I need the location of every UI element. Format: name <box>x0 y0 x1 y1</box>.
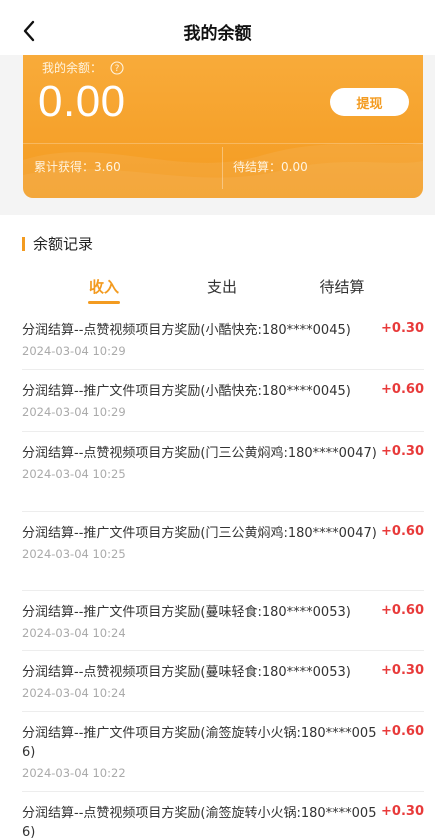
record-amount: +0.30 <box>381 804 424 819</box>
list-item[interactable]: 分润结算--点赞视频项目方奖励(小酷快充:180****0045) +0.30 … <box>22 310 424 370</box>
record-time: 2024-03-04 10:29 <box>22 405 126 419</box>
balance-label-text: 我的余额： <box>42 61 103 75</box>
balance-label: 我的余额： ? <box>42 59 124 76</box>
record-time: 2024-03-04 10:25 <box>22 547 126 561</box>
total-earned: 累计获得：3.60 <box>34 160 121 174</box>
page-title: 我的余额 <box>183 24 252 44</box>
record-description: 分润结算--推广文件项目方奖励(门三公黄焖鸡:180****0047) <box>22 526 377 541</box>
record-amount: +0.60 <box>381 724 424 739</box>
record-amount: +0.60 <box>381 603 424 618</box>
section-title: 余额记录 <box>33 235 94 253</box>
record-time: 2024-03-04 10:25 <box>22 467 126 481</box>
balance-amount: 0.00 <box>38 77 126 126</box>
withdraw-button[interactable]: 提现 <box>330 88 409 116</box>
record-description: 分润结算--推广文件项目方奖励(小酷快充:180****0045) <box>22 384 351 399</box>
card-divider <box>23 143 423 144</box>
record-amount: +0.30 <box>381 444 424 459</box>
record-description: 分润结算--点赞视频项目方奖励(小酷快充:180****0045) <box>22 323 351 338</box>
record-amount: +0.30 <box>381 321 424 336</box>
pending-settlement: 待结算：0.00 <box>233 160 308 174</box>
record-time: 2024-03-04 10:22 <box>22 766 126 780</box>
record-description: 分润结算--点赞视频项目方奖励(渝签旋转小火锅:180****0056) <box>22 806 377 838</box>
tab-pending-settlement[interactable]: 待结算 <box>319 276 364 297</box>
record-description: 分润结算--推广文件项目方奖励(蔓味轻食:180****0053) <box>22 605 351 620</box>
record-amount: +0.60 <box>381 524 424 539</box>
list-item[interactable]: 分润结算--推广文件项目方奖励(小酷快充:180****0045) +0.60 … <box>22 370 424 432</box>
list-item[interactable]: 分润结算--点赞视频项目方奖励(渝签旋转小火锅:180****0056) +0.… <box>22 792 424 838</box>
section-header: 余额记录 <box>22 233 93 254</box>
tab-income[interactable]: 收入 <box>89 276 119 297</box>
record-description: 分润结算--推广文件项目方奖励(渝签旋转小火锅:180****0056) <box>22 726 377 760</box>
active-tab-indicator <box>88 301 120 304</box>
list-item[interactable]: 分润结算--推广文件项目方奖励(蔓味轻食:180****0053) +0.60 … <box>22 591 424 651</box>
record-amount: +0.30 <box>381 663 424 678</box>
card-divider-vertical <box>222 147 223 189</box>
list-item[interactable]: 分润结算--推广文件项目方奖励(门三公黄焖鸡:180****0047) +0.6… <box>22 512 424 591</box>
record-time: 2024-03-04 10:29 <box>22 344 126 358</box>
list-item[interactable]: 分润结算--推广文件项目方奖励(渝签旋转小火锅:180****0056) +0.… <box>22 712 424 792</box>
balance-card: 我的余额： ? 0.00 提现 累计获得：3.60 待结算：0.00 <box>23 55 423 198</box>
top-bar: 我的余额 <box>0 0 435 60</box>
record-amount: +0.60 <box>381 382 424 397</box>
record-description: 分润结算--点赞视频项目方奖励(蔓味轻食:180****0053) <box>22 665 351 680</box>
record-time: 2024-03-04 10:24 <box>22 626 126 640</box>
help-icon[interactable]: ? <box>110 60 124 75</box>
section-accent-bar <box>22 236 25 251</box>
list-item[interactable]: 分润结算--点赞视频项目方奖励(门三公黄焖鸡:180****0047) +0.3… <box>22 432 424 512</box>
record-time: 2024-03-04 10:24 <box>22 686 126 700</box>
tab-expense[interactable]: 支出 <box>207 276 237 297</box>
svg-text:?: ? <box>115 64 120 74</box>
record-list[interactable]: 分润结算--点赞视频项目方奖励(小酷快充:180****0045) +0.30 … <box>22 310 424 838</box>
list-item[interactable]: 分润结算--点赞视频项目方奖励(蔓味轻食:180****0053) +0.30 … <box>22 651 424 712</box>
record-tabs: 收入 支出 待结算 <box>0 270 435 306</box>
record-description: 分润结算--点赞视频项目方奖励(门三公黄焖鸡:180****0047) <box>22 446 377 461</box>
